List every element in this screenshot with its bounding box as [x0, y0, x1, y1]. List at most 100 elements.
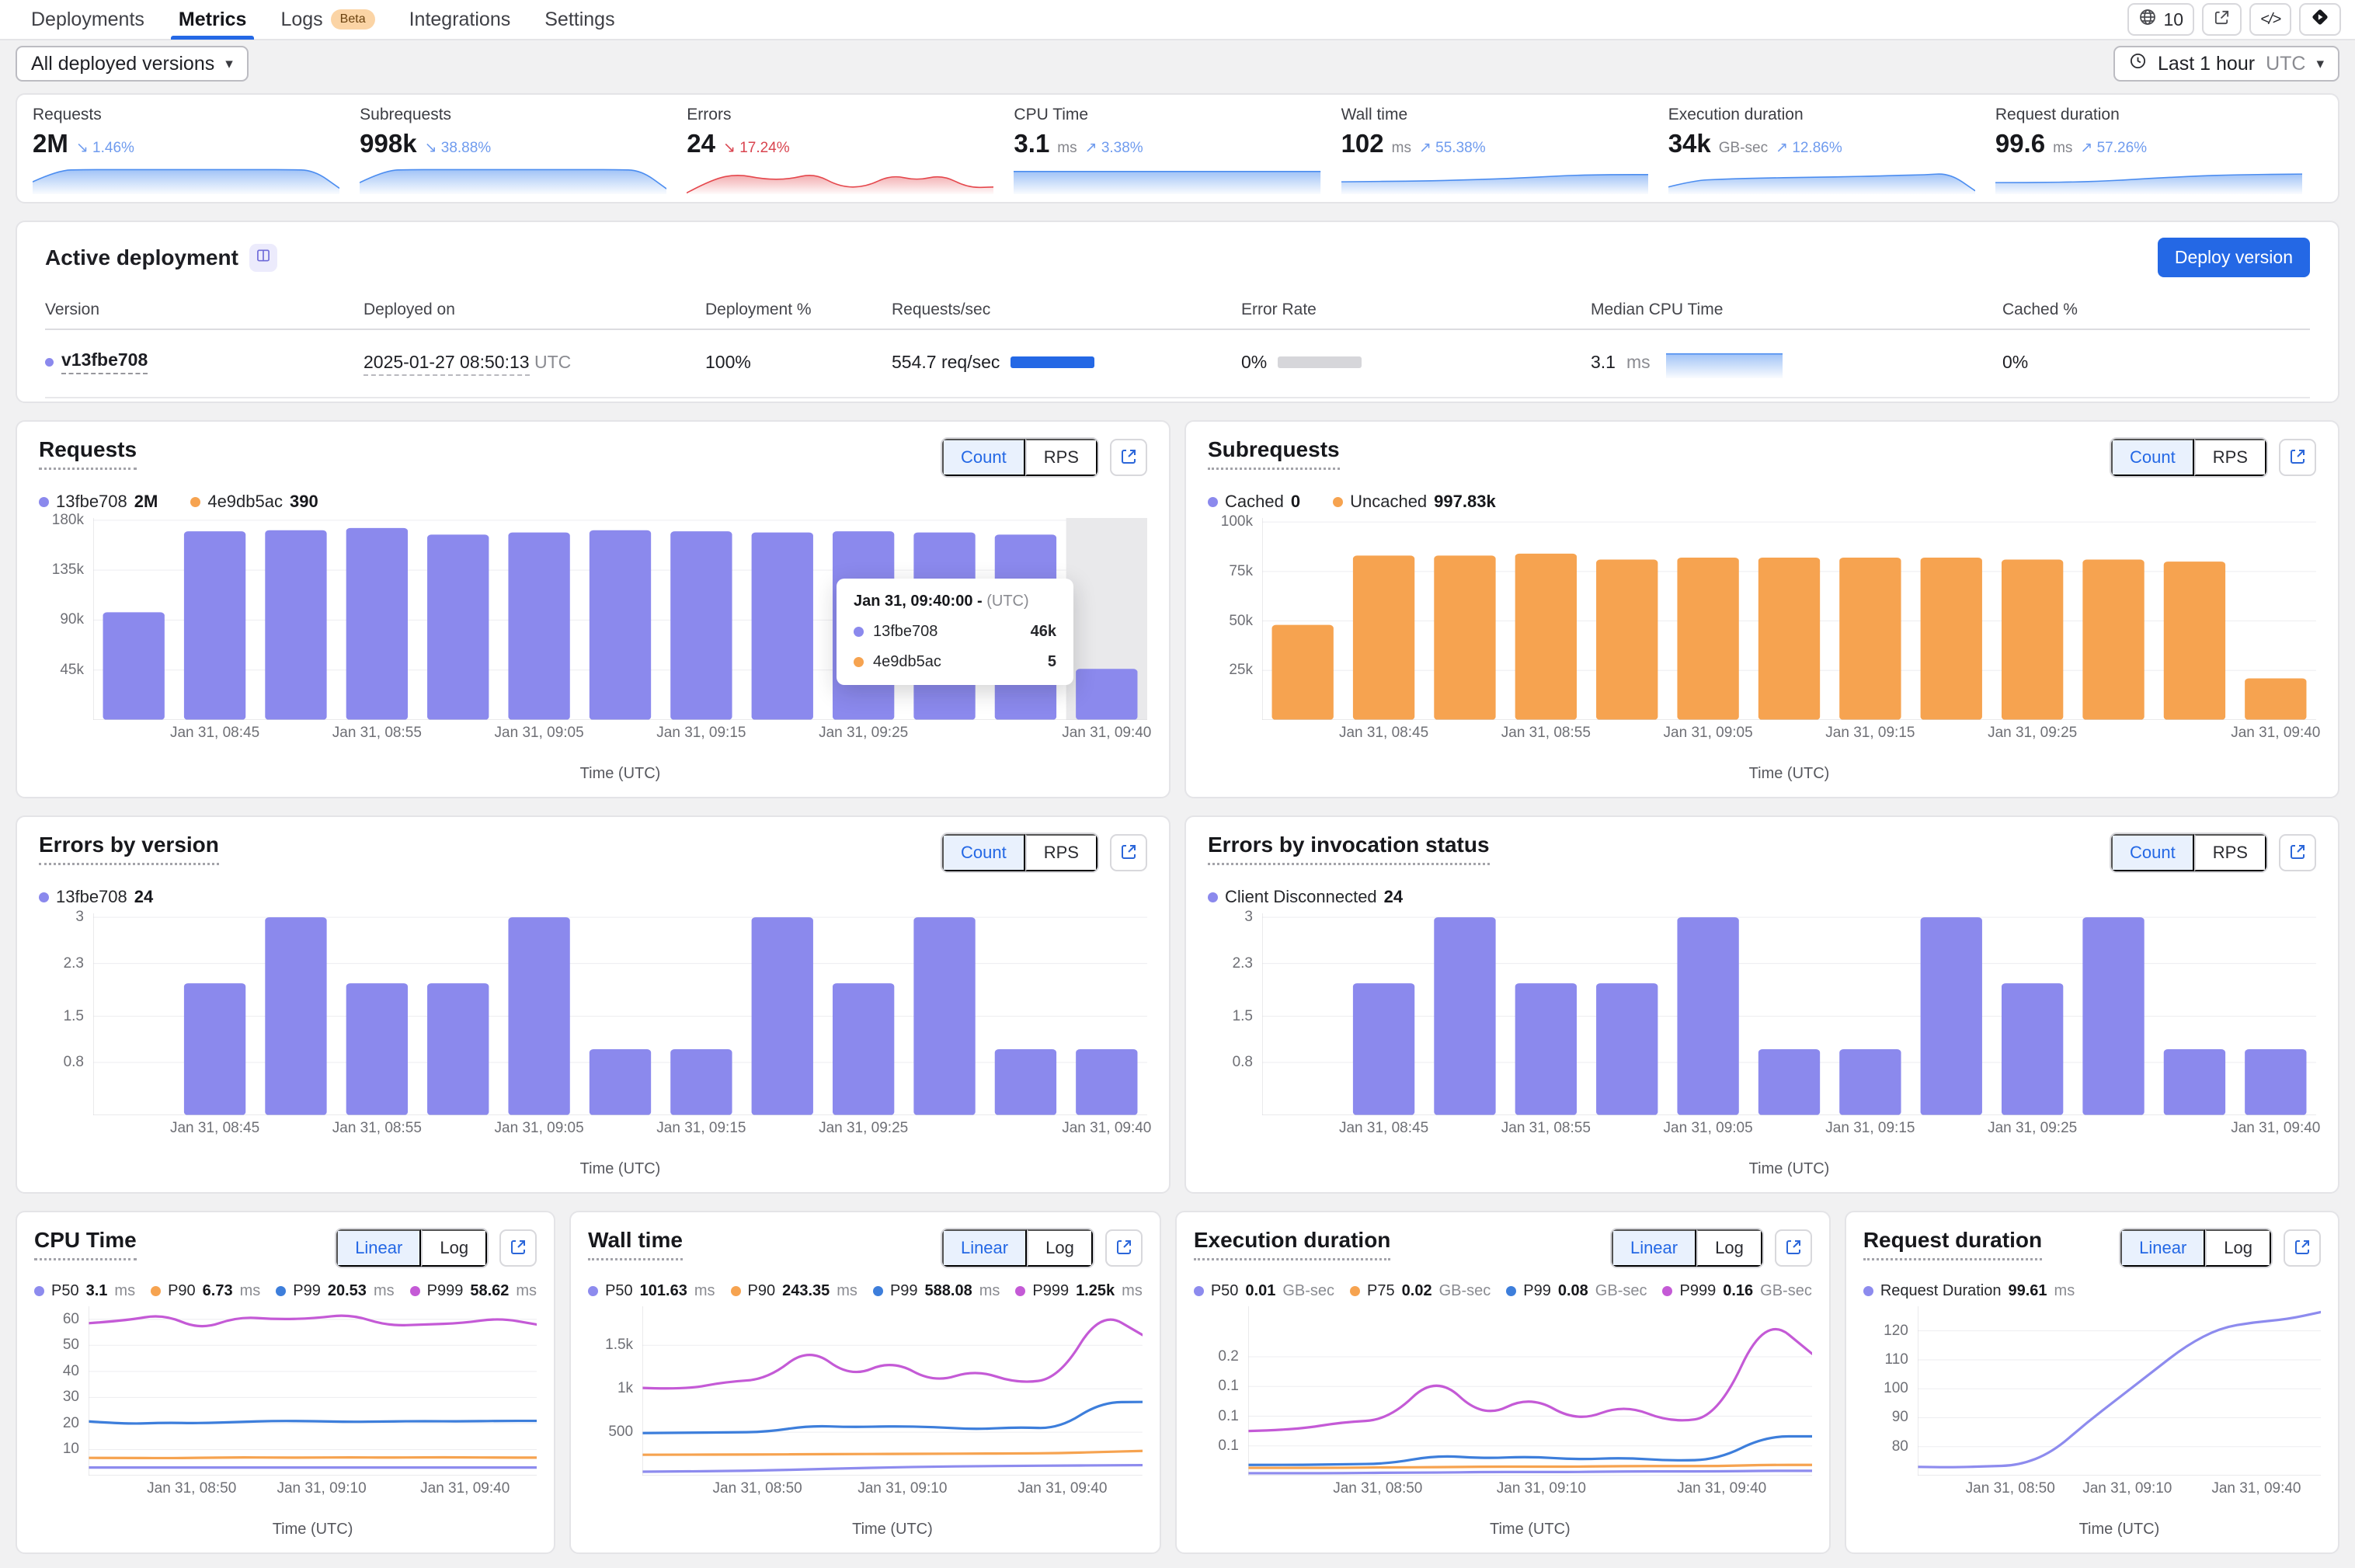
y-axis-labels: 500 1k 1.5k: [588, 1306, 642, 1476]
request-duration-mode-toggle: Linear Log: [2119, 1228, 2273, 1268]
expand-chart-button[interactable]: [1110, 439, 1147, 476]
toggle-rps[interactable]: RPS: [1024, 439, 1097, 476]
x-tick-label: Jan 31, 08:55: [332, 725, 422, 741]
legend-item-p99[interactable]: P99 20.53 ms: [276, 1282, 395, 1300]
toggle-count[interactable]: Count: [2111, 439, 2194, 476]
api-code-button[interactable]: </>: [2249, 3, 2291, 36]
plot-area[interactable]: [93, 913, 1147, 1115]
stat-unit: GB-sec: [1718, 140, 1769, 156]
legend-item-client-disconnected[interactable]: Client Disconnected 24: [1208, 887, 1403, 907]
legend-item-request-duration[interactable]: Request Duration 99.61 ms: [1863, 1282, 2075, 1300]
x-tick-label: Jan 31, 09:40: [2211, 1480, 2301, 1497]
plot-area[interactable]: Jan 31, 09:40:00 - (UTC) 13fbe708 46k 4e9db…: [93, 518, 1147, 720]
plot-area[interactable]: [642, 1306, 1143, 1476]
legend-item-uncached[interactable]: Uncached 997.83k: [1333, 492, 1496, 512]
diamond-logo-icon: [2310, 7, 2330, 32]
expand-chart-button[interactable]: [499, 1229, 537, 1267]
legend-value: 101.63: [639, 1282, 687, 1299]
toggle-log[interactable]: Log: [1027, 1229, 1093, 1267]
tab-integrations[interactable]: Integrations: [392, 0, 528, 40]
open-external-button[interactable]: [2202, 3, 2242, 36]
expand-chart-button[interactable]: [1110, 834, 1147, 871]
toggle-log[interactable]: Log: [2205, 1229, 2271, 1267]
legend-dot: [39, 496, 49, 507]
expand-chart-icon: [2288, 843, 2307, 864]
stat-delta: ↗ 55.38%: [1418, 140, 1486, 156]
stat-sparkline: [33, 166, 340, 194]
toggle-log[interactable]: Log: [421, 1229, 488, 1267]
legend-name: 4e9db5ac: [207, 492, 283, 511]
legend-item-p90[interactable]: P90 243.35 ms: [730, 1282, 857, 1300]
plot-area[interactable]: [1262, 913, 2316, 1115]
legend-item-13fbe708[interactable]: 13fbe708 2M: [39, 492, 158, 512]
x-tick-label: Jan 31, 08:50: [1965, 1480, 2055, 1497]
tab-metrics[interactable]: Metrics: [162, 0, 264, 40]
plot-area[interactable]: [1918, 1306, 2321, 1476]
expand-chart-button[interactable]: [2279, 439, 2316, 476]
x-tick-label: Jan 31, 09:15: [1825, 725, 1915, 741]
legend-unit: GB-sec: [1282, 1282, 1335, 1299]
legend-item-p75[interactable]: P75 0.02 GB-sec: [1350, 1282, 1491, 1300]
toggle-count[interactable]: Count: [942, 439, 1025, 476]
x-tick-label: Jan 31, 09:15: [656, 1120, 746, 1136]
legend-item-p90[interactable]: P90 6.73 ms: [151, 1282, 260, 1300]
wall-time-plot: 500 1k 1.5k: [588, 1306, 1143, 1476]
legend-item-p999[interactable]: P999 1.25k ms: [1015, 1282, 1143, 1300]
tab-deployments[interactable]: Deployments: [14, 0, 162, 40]
toggle-count[interactable]: Count: [2111, 834, 2194, 871]
deploy-version-button[interactable]: Deploy version: [2157, 238, 2310, 277]
legend-name: P50: [1210, 1282, 1239, 1299]
legend-item-p50[interactable]: P50 0.01 GB-sec: [1193, 1282, 1335, 1300]
workers-logo-button[interactable]: [2299, 3, 2341, 36]
cpu-time-legend: P50 3.1 ms P90 6.73 ms P99 20.53 ms P999 58.62 ms: [34, 1282, 537, 1300]
plot-area[interactable]: [1262, 518, 2316, 720]
tab-logs[interactable]: Logs Beta: [263, 0, 391, 40]
toggle-rps[interactable]: RPS: [2193, 834, 2266, 871]
plot-area[interactable]: [89, 1306, 537, 1476]
toggle-log[interactable]: Log: [1696, 1229, 1762, 1267]
toggle-linear[interactable]: Linear: [2120, 1229, 2206, 1267]
legend-item-13fbe708[interactable]: 13fbe708 24: [39, 887, 153, 907]
legend-item-p99[interactable]: P99 588.08 ms: [872, 1282, 1000, 1300]
nav-tabs: Deployments Metrics Logs Beta Integrations Se…: [14, 0, 632, 40]
errors-by-version-title: Errors by version: [39, 833, 219, 865]
legend-dot: [730, 1286, 741, 1296]
legend-item-p999[interactable]: P999 58.62 ms: [409, 1282, 537, 1300]
legend-item-p50[interactable]: P50 101.63 ms: [588, 1282, 715, 1300]
x-axis-labels: Jan 31, 08:50 Jan 31, 09:10 Jan 31, 09:40: [1248, 1480, 1812, 1504]
toggle-rps[interactable]: RPS: [2193, 439, 2266, 476]
toggle-linear[interactable]: Linear: [336, 1229, 422, 1267]
legend-item-4e9db5ac[interactable]: 4e9db5ac 390: [190, 492, 318, 512]
legend-item-cached[interactable]: Cached 0: [1208, 492, 1300, 512]
plot-area[interactable]: [1248, 1306, 1812, 1476]
deployment-info-badge[interactable]: [249, 243, 277, 272]
versions-filter-dropdown[interactable]: All deployed versions ▾: [16, 46, 249, 82]
expand-chart-button[interactable]: [2284, 1229, 2321, 1267]
legend-name: P999: [1032, 1282, 1070, 1299]
version-link[interactable]: v13fbe708: [61, 349, 148, 374]
y-tick-label: 50: [62, 1337, 79, 1354]
expand-chart-button[interactable]: [1104, 1229, 1143, 1267]
legend-item-p50[interactable]: P50 3.1 ms: [34, 1282, 135, 1300]
x-axis-title: Time (UTC): [1489, 1521, 1571, 1538]
legend-item-p999[interactable]: P999 0.16 GB-sec: [1662, 1282, 1812, 1300]
y-tick-label: 25k: [1229, 662, 1253, 679]
col-deployed-on: Deployed on: [364, 301, 455, 318]
tab-settings[interactable]: Settings: [527, 0, 631, 40]
legend-item-p99[interactable]: P99 0.08 GB-sec: [1506, 1282, 1647, 1300]
expand-chart-button[interactable]: [2279, 834, 2316, 871]
time-range-dropdown[interactable]: Last 1 hour UTC ▾: [2113, 46, 2339, 82]
legend-name: P90: [747, 1282, 776, 1299]
toggle-rps[interactable]: RPS: [1024, 834, 1097, 871]
toggle-count[interactable]: Count: [942, 834, 1025, 871]
globe-count-button[interactable]: 10: [2127, 3, 2195, 36]
stat-label: Subrequests: [360, 106, 452, 123]
x-tick-label: Jan 31, 09:25: [819, 725, 909, 741]
requests-mode-toggle: Count RPS: [941, 437, 1099, 478]
toggle-linear[interactable]: Linear: [1611, 1229, 1697, 1267]
legend-dot: [1350, 1286, 1361, 1296]
stat-execution-duration: Execution duration 34k GB-sec ↗ 12.86%: [1668, 106, 1995, 194]
toggle-linear[interactable]: Linear: [941, 1229, 1028, 1267]
legend-unit: ms: [239, 1282, 261, 1299]
expand-chart-button[interactable]: [1774, 1229, 1812, 1267]
